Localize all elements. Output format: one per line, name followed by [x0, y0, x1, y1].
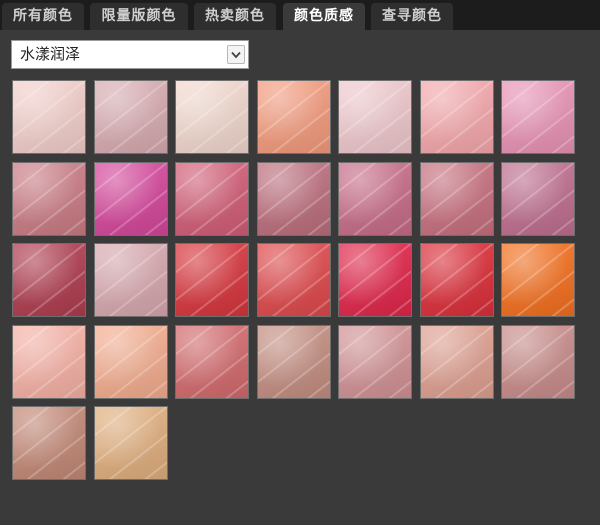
tab-bar: 所有颜色 限量版颜色 热卖颜色 颜色质感 查寻颜色: [0, 0, 600, 30]
color-swatch[interactable]: [257, 243, 331, 317]
color-swatch[interactable]: [501, 162, 575, 236]
texture-select-value: 水漾润泽: [20, 45, 81, 63]
color-swatch[interactable]: [338, 80, 412, 154]
color-swatch[interactable]: [175, 325, 249, 399]
color-swatch[interactable]: [12, 162, 86, 236]
tab-all-colors[interactable]: 所有颜色: [2, 3, 84, 30]
color-swatch[interactable]: [94, 162, 168, 236]
color-swatch[interactable]: [501, 325, 575, 399]
color-swatch[interactable]: [257, 325, 331, 399]
color-swatch[interactable]: [338, 162, 412, 236]
texture-select[interactable]: 水漾润泽: [11, 40, 249, 69]
color-swatch[interactable]: [420, 162, 494, 236]
tab-limited-edition[interactable]: 限量版颜色: [90, 3, 188, 30]
color-swatch[interactable]: [338, 243, 412, 317]
color-swatch[interactable]: [175, 162, 249, 236]
color-swatch[interactable]: [501, 243, 575, 317]
color-swatch[interactable]: [175, 243, 249, 317]
color-swatch[interactable]: [94, 406, 168, 480]
color-swatch[interactable]: [12, 406, 86, 480]
color-swatch[interactable]: [257, 162, 331, 236]
color-swatch[interactable]: [501, 80, 575, 154]
color-swatch[interactable]: [94, 80, 168, 154]
color-swatch[interactable]: [420, 325, 494, 399]
color-swatch[interactable]: [12, 325, 86, 399]
tab-color-texture[interactable]: 颜色质感: [283, 3, 365, 30]
color-swatch[interactable]: [12, 80, 86, 154]
color-swatch[interactable]: [94, 325, 168, 399]
color-swatch[interactable]: [94, 243, 168, 317]
color-swatch[interactable]: [420, 80, 494, 154]
color-swatch[interactable]: [338, 325, 412, 399]
tab-best-sellers[interactable]: 热卖颜色: [194, 3, 276, 30]
color-swatch[interactable]: [420, 243, 494, 317]
dropdown-button[interactable]: [227, 45, 245, 64]
tab-search-colors[interactable]: 查寻颜色: [371, 3, 453, 30]
chevron-down-icon: [231, 51, 241, 59]
color-swatch[interactable]: [175, 80, 249, 154]
color-swatch[interactable]: [257, 80, 331, 154]
color-swatch[interactable]: [12, 243, 86, 317]
